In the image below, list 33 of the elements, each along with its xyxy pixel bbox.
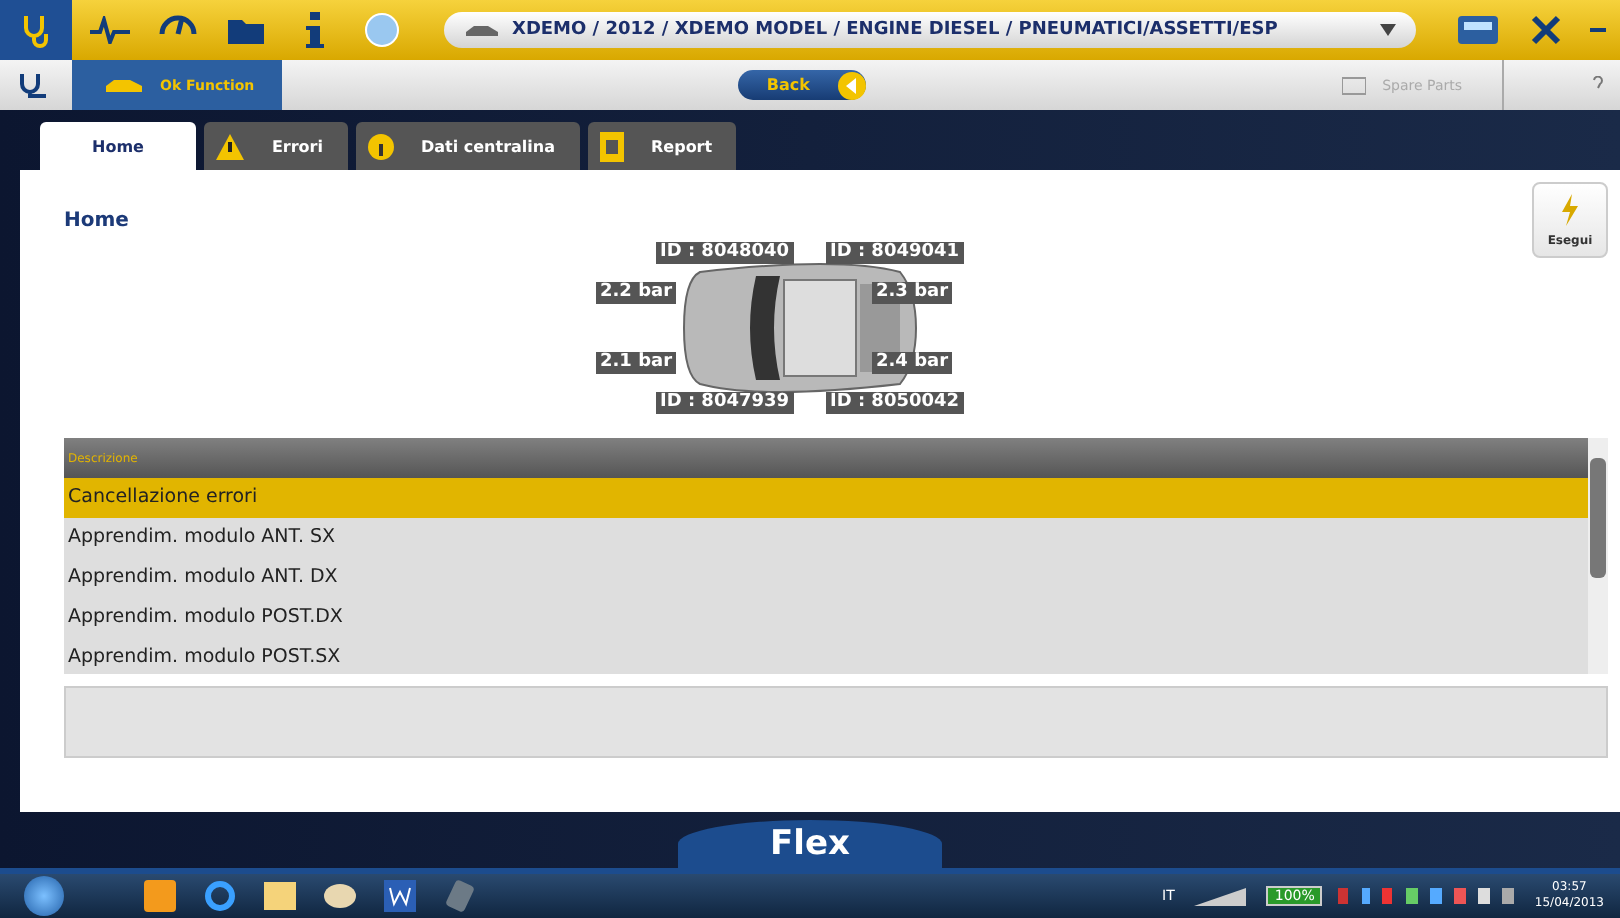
tab[interactable]: Home <box>40 122 196 170</box>
tray-icon <box>1342 75 1367 95</box>
sensor-id-label: ID : 8049041 <box>826 242 964 264</box>
tab[interactable]: Errori <box>203 122 347 170</box>
sensor-id-label: ID : 8047939 <box>656 392 794 414</box>
list-row[interactable]: Apprendim. modulo POST.DX <box>64 598 1588 638</box>
signal-icon[interactable] <box>1190 884 1251 908</box>
caret-icon <box>1380 24 1396 36</box>
back-button[interactable]: Back <box>738 70 866 100</box>
breadcrumb-dropdown[interactable]: XDEMO / 2012 / XDEMO MODEL / ENGINE DIESEL / PNEUMATICI/ASSETTI/ESP <box>444 12 1416 48</box>
pressure-label: 2.1 bar <box>596 352 677 374</box>
brand-label: Flex <box>678 820 942 868</box>
document-icon <box>599 131 623 161</box>
start-button[interactable] <box>24 876 64 916</box>
page-title: Home <box>64 210 129 232</box>
sensor-id-label: ID : 8048040 <box>656 242 794 264</box>
lightning-icon <box>1560 193 1580 225</box>
list-row[interactable]: Cancellazione errori <box>64 478 1588 518</box>
stethoscope-icon[interactable] <box>0 0 72 60</box>
pressure-label: 2.2 bar <box>596 282 677 304</box>
sensor-id-label: ID : 8050042 <box>826 392 964 414</box>
warning-icon <box>215 133 244 159</box>
car-icon <box>104 75 144 95</box>
scrollbar[interactable] <box>1588 438 1608 674</box>
info-icon <box>367 133 393 159</box>
tab[interactable]: Dati centralina <box>355 122 579 170</box>
pressure-label: 2.4 bar <box>872 352 953 374</box>
list-row[interactable]: Apprendim. modulo ANT. SX <box>64 518 1588 558</box>
list-row[interactable]: Apprendim. modulo POST.SX <box>64 638 1588 674</box>
car-icon <box>464 21 500 39</box>
list-row[interactable]: Apprendim. modulo ANT. DX <box>64 558 1588 598</box>
tab[interactable]: Report <box>587 122 737 170</box>
pressure-label: 2.3 bar <box>872 282 953 304</box>
